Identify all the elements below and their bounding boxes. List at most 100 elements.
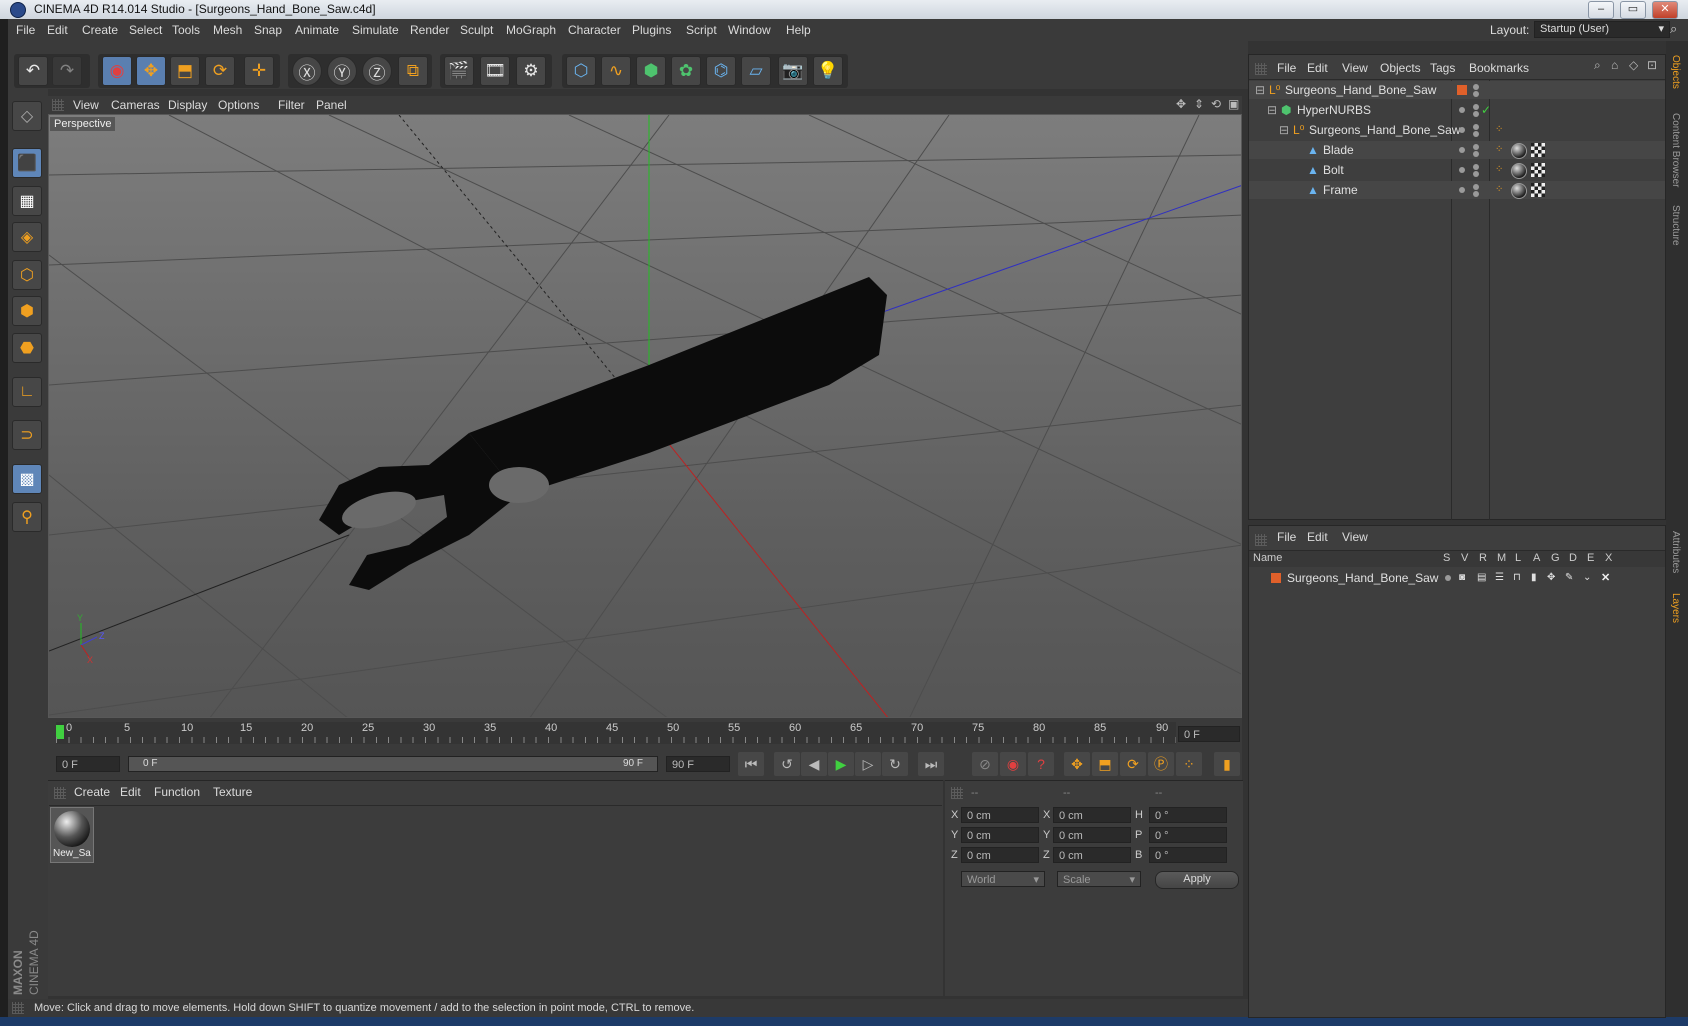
close-button[interactable]: ✕ [1652,1,1678,19]
viewport-menu-filter[interactable]: Filter [278,98,305,112]
array-cloner-icon[interactable]: ✿ [671,56,701,86]
column-solo[interactable]: S [1443,552,1450,564]
deformers-icon[interactable]: ✎ [1565,569,1573,587]
pos-z-field[interactable]: 0 cm [961,847,1039,863]
snap-settings-icon[interactable]: ⚲ [12,502,42,532]
next-key-icon[interactable]: ↻ [882,752,908,776]
editor-visibility-dot[interactable] [1473,124,1479,130]
phong-tag-icon[interactable]: ⁘ [1495,141,1503,159]
workplane-mode-icon[interactable]: ◈ [12,222,42,252]
tab-attributes[interactable]: Attributes [1670,531,1681,573]
objects-menu-view[interactable]: View [1342,61,1368,75]
view-eye-icon[interactable]: ◙ [1459,569,1465,587]
menu-simulate[interactable]: Simulate [352,23,399,37]
3d-viewport[interactable]: Y Z X [48,114,1242,718]
solo-dot[interactable] [1445,575,1451,581]
expand-icon[interactable]: ⊟ [1267,101,1277,119]
menu-create[interactable]: Create [82,23,118,37]
menu-tools[interactable]: Tools [172,23,200,37]
rot-b-field[interactable]: 0 ° [1149,847,1227,863]
texture-tag-icon[interactable] [1531,143,1545,157]
axis-mode-icon[interactable]: ∟ [12,377,42,407]
column-view[interactable]: V [1461,552,1468,564]
point-level-key-icon[interactable]: ⁘ [1176,752,1202,776]
next-frame-icon[interactable]: ▷ [855,752,881,776]
rotate-view-icon[interactable]: ⟲ [1211,97,1221,111]
column-name[interactable]: Name [1253,552,1282,564]
editor-visibility-dot[interactable] [1473,144,1479,150]
objects-menu-bookmarks[interactable]: Bookmarks [1469,61,1529,75]
column-expressions[interactable]: E [1587,552,1594,564]
expand-icon[interactable]: ⊟ [1279,121,1289,139]
viewport-menu-options[interactable]: Options [218,98,259,112]
grip-icon[interactable] [1255,63,1267,75]
size-mode-select[interactable]: Scale ▾ [1057,871,1141,887]
floor-scene-icon[interactable]: ▱ [741,56,771,86]
edges-mode-icon[interactable]: ⬢ [12,296,42,326]
tweak-magnet-icon[interactable]: ⊃ [12,420,42,450]
grip-icon[interactable] [951,787,963,799]
timeline-ruler[interactable]: 0 5 10 15 20 25 30 35 40 45 50 55 60 65 … [48,718,1242,748]
nurbs-icon[interactable]: ⬢ [636,56,666,86]
record-keys-icon[interactable]: ⊘ [972,752,998,776]
layer-color-icon[interactable] [1271,573,1281,583]
column-xref[interactable]: X [1605,552,1612,564]
spline-pen-icon[interactable]: ∿ [601,56,631,86]
frame-range-slider[interactable]: 0 F 90 F [128,756,658,772]
material-menu-texture[interactable]: Texture [213,785,252,799]
menu-plugins[interactable]: Plugins [632,23,671,37]
tree-row[interactable]: ▲ Bolt ⁘ [1249,161,1665,179]
y-axis-lock-icon[interactable]: Ⓨ [327,56,357,86]
menu-select[interactable]: Select [129,23,162,37]
make-editable-icon[interactable]: ◇ [12,101,42,131]
scale-key-icon[interactable]: ⬒ [1092,752,1118,776]
column-render[interactable]: R [1479,552,1487,564]
column-generators[interactable]: G [1551,552,1560,564]
home-icon[interactable]: ⌂ [1611,58,1618,72]
material-swatch[interactable]: New_Sa [50,807,94,863]
layers-menu-view[interactable]: View [1342,530,1368,544]
material-menu-edit[interactable]: Edit [120,785,141,799]
tree-row[interactable]: ⊟ L⁰ Surgeons_Hand_Bone_Saw ⁘ [1249,121,1665,139]
menu-animate[interactable]: Animate [295,23,339,37]
tab-structure[interactable]: Structure [1670,205,1681,246]
zoom-view-icon[interactable]: ⇕ [1194,97,1204,111]
tree-row[interactable]: ⊟ L⁰ Surgeons_Hand_Bone_Saw [1249,81,1665,99]
column-locked[interactable]: L [1515,552,1521,564]
model-mode-icon[interactable]: ⬛ [12,148,42,178]
material-tag-icon[interactable] [1511,163,1527,179]
rot-p-field[interactable]: 0 ° [1149,827,1227,843]
objects-menu-objects[interactable]: Objects [1380,61,1421,75]
menu-edit[interactable]: Edit [47,23,68,37]
light-bulb-icon[interactable]: 💡 [813,56,843,86]
tab-objects[interactable]: Objects [1670,55,1681,89]
size-z-field[interactable]: 0 cm [1053,847,1131,863]
phong-tag-icon[interactable]: ⁘ [1495,161,1503,179]
new-window-icon[interactable]: ⊡ [1647,58,1657,72]
points-mode-icon[interactable]: ⬡ [12,260,42,290]
render-picture-viewer-icon[interactable]: 🎞 [480,56,510,86]
search-icon[interactable]: ⌕ [1594,58,1601,73]
live-selection-icon[interactable]: ◉ [102,56,132,86]
coordinate-system-icon[interactable]: ⧉ [398,56,428,86]
grip-icon[interactable] [54,787,66,799]
cube-primitive-icon[interactable]: ⬡ [566,56,596,86]
redo-icon[interactable]: ↷ [52,56,82,86]
column-animation[interactable]: A [1533,552,1540,564]
menu-snap[interactable]: Snap [254,23,282,37]
texture-tag-icon[interactable] [1531,163,1545,177]
phong-tag-icon[interactable]: ⁘ [1495,181,1503,199]
size-x-field[interactable]: 0 cm [1053,807,1131,823]
rotation-key-icon[interactable]: ⟳ [1120,752,1146,776]
layer-row[interactable]: Surgeons_Hand_Bone_Saw ◙ ▤ ☰ ⊓ ▮ ✥ ✎ ⌄ ✕ [1249,569,1665,587]
x-axis-lock-icon[interactable]: Ⓧ [292,56,322,86]
render-visibility-dot[interactable] [1473,131,1479,137]
tab-content-browser[interactable]: Content Browser [1670,113,1681,187]
render-clapper-icon[interactable]: ▤ [1477,569,1486,587]
pos-y-field[interactable]: 0 cm [961,827,1039,843]
column-deformers[interactable]: D [1569,552,1577,564]
grip-icon[interactable] [12,1002,24,1014]
viewport-menu-panel[interactable]: Panel [316,98,347,112]
editor-visibility-dot[interactable] [1473,164,1479,170]
viewport-menu-cameras[interactable]: Cameras [111,98,160,112]
